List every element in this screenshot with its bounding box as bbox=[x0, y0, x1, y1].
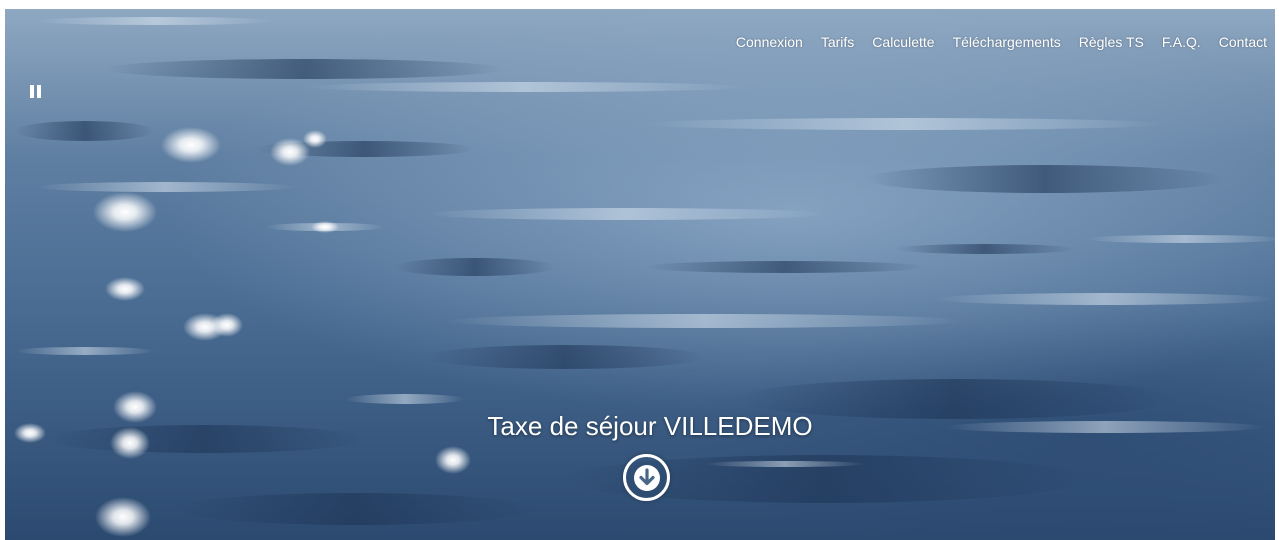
main-navigation: Connexion Tarifs Calculette Téléchargeme… bbox=[727, 33, 1267, 51]
nav-link-contact[interactable]: Contact bbox=[1210, 33, 1267, 51]
nav-link-tarifs[interactable]: Tarifs bbox=[812, 33, 863, 51]
arrow-down-circle-icon bbox=[633, 464, 660, 491]
scrollbar[interactable] bbox=[1275, 68, 1279, 92]
nav-link-connexion[interactable]: Connexion bbox=[727, 33, 812, 51]
page: Connexion Tarifs Calculette Téléchargeme… bbox=[0, 0, 1279, 540]
scroll-down-button[interactable] bbox=[623, 454, 670, 501]
nav-link-telechargements[interactable]: Téléchargements bbox=[944, 33, 1070, 51]
hero-title: Taxe de séjour VILLEDEMO bbox=[487, 411, 813, 441]
pause-bar-left bbox=[30, 85, 34, 98]
hero-banner: Connexion Tarifs Calculette Téléchargeme… bbox=[5, 9, 1275, 540]
nav-link-faq[interactable]: F.A.Q. bbox=[1153, 33, 1210, 51]
pause-bar-right bbox=[37, 85, 41, 98]
nav-link-calculette[interactable]: Calculette bbox=[863, 33, 943, 51]
pause-icon[interactable] bbox=[30, 85, 46, 101]
nav-link-regles-ts[interactable]: Règles TS bbox=[1070, 33, 1153, 51]
